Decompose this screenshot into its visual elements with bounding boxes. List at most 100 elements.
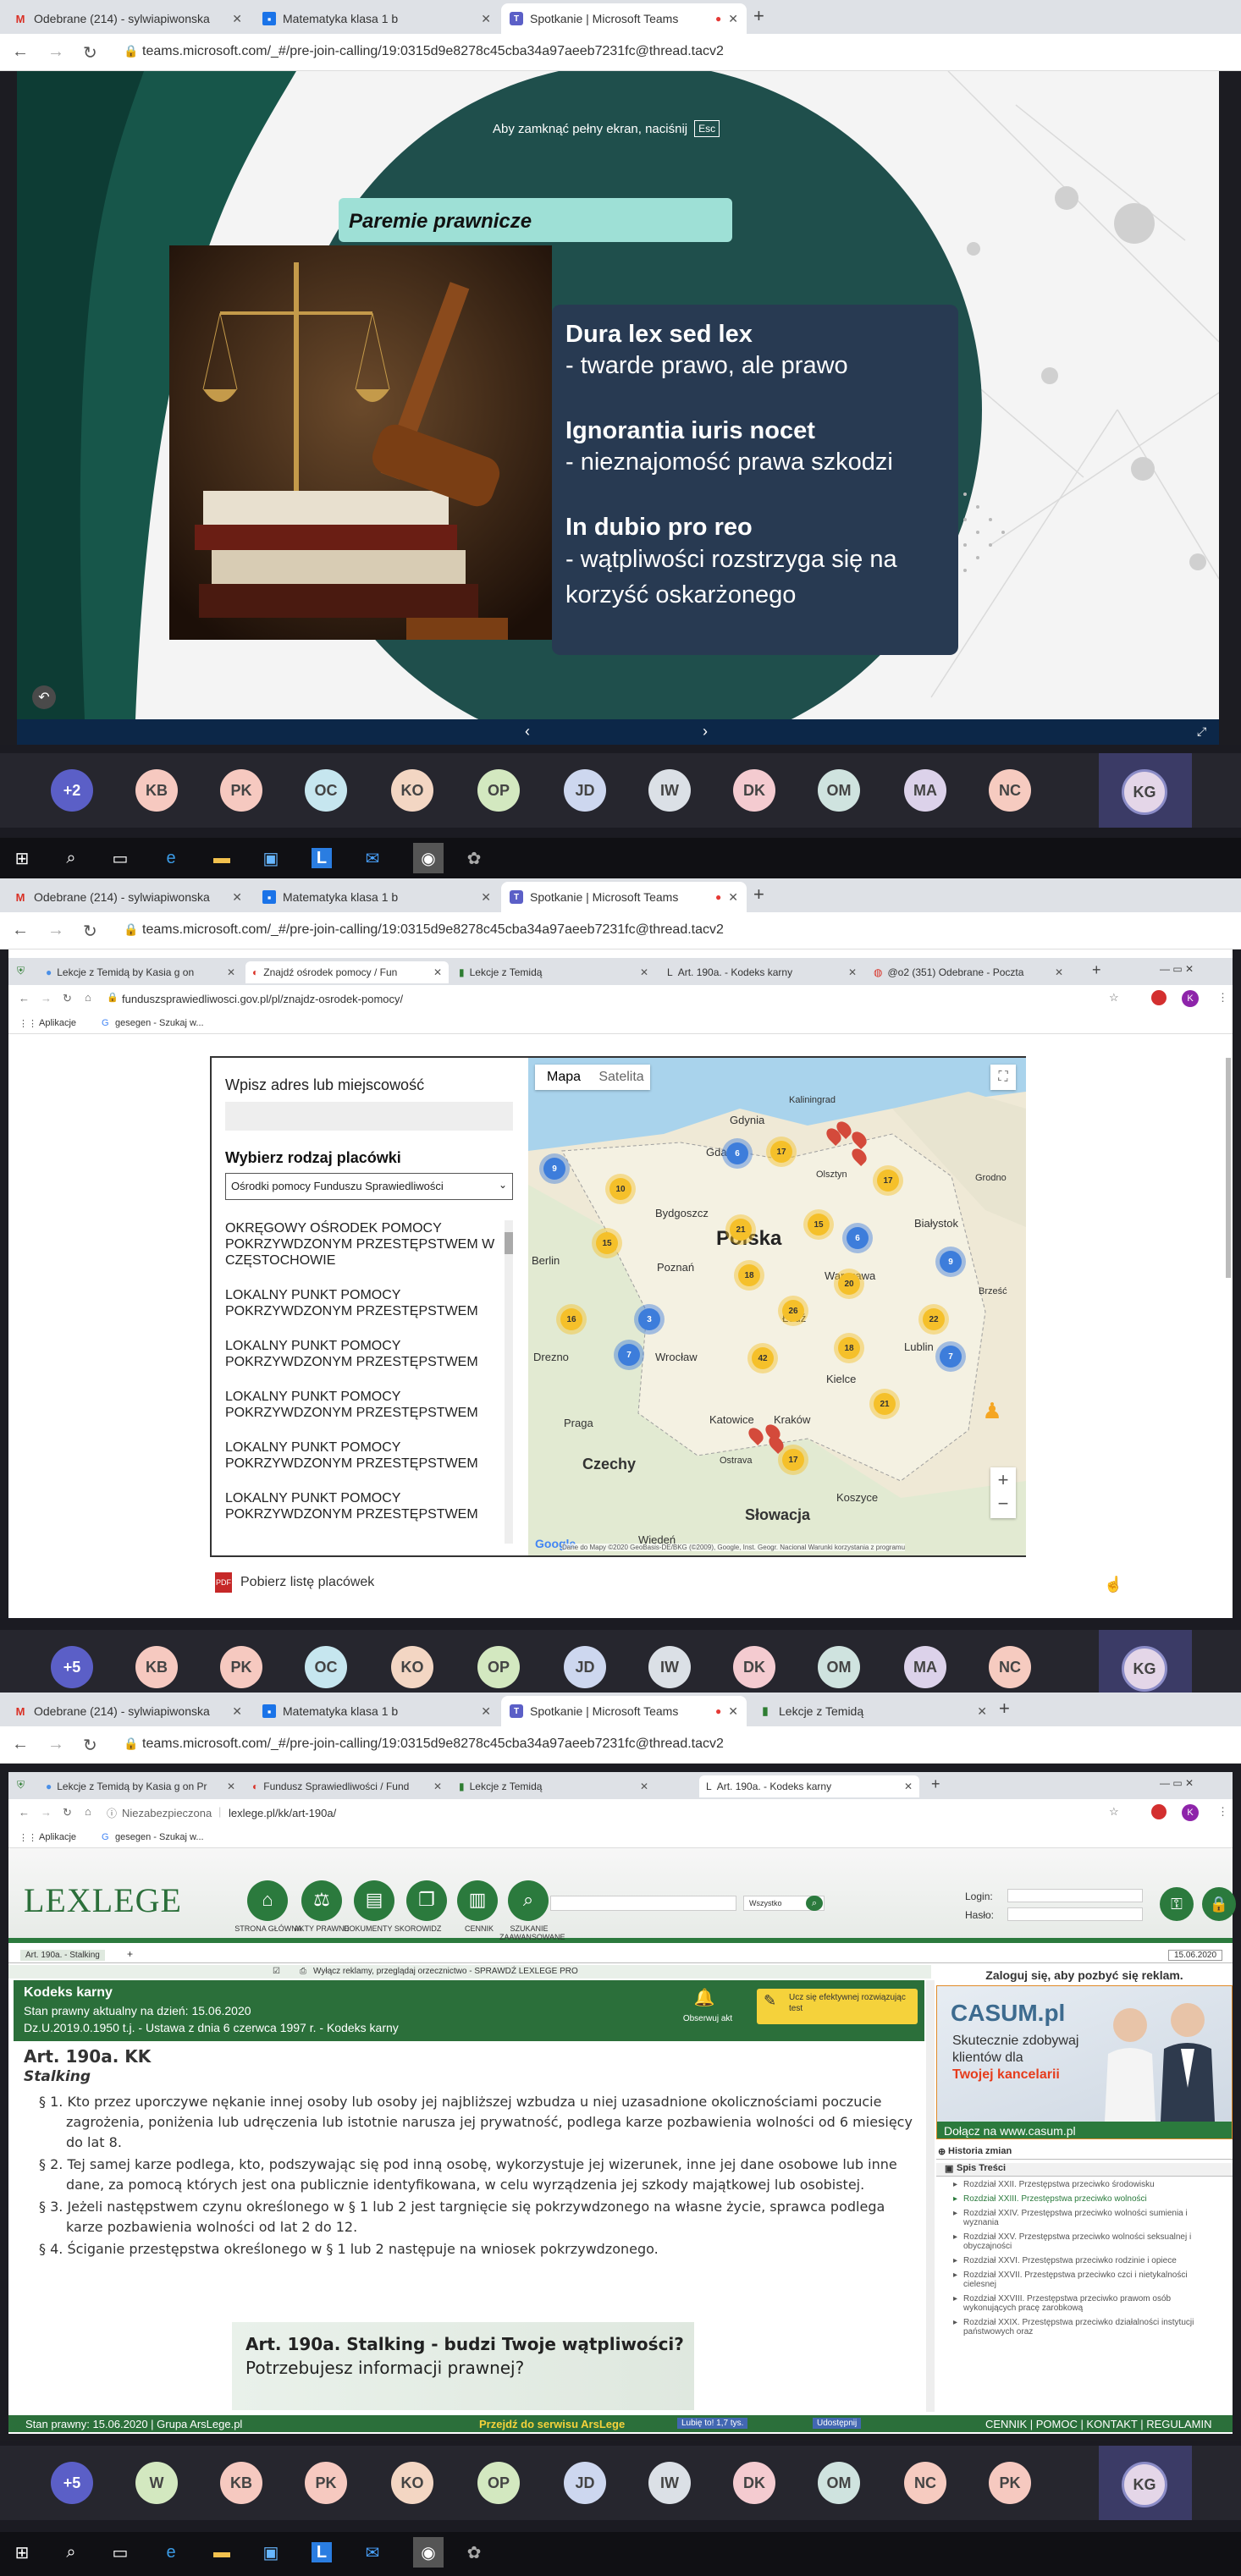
inner-tab[interactable]: L Art. 190a. - Kodeks karny ✕ <box>699 1775 919 1797</box>
toc-item[interactable]: ▸ Rozdział XXII. Przestępstwa przeciwko ś… <box>953 2180 1221 2189</box>
footer-links[interactable]: CENNIK | POMOC | KONTAKT | REGULAMIN <box>985 2418 1212 2430</box>
menu-icon[interactable]: ⋮ <box>1217 991 1228 1005</box>
avatar[interactable]: MA <box>904 769 946 812</box>
avatar[interactable]: W <box>135 2462 178 2504</box>
avatar[interactable]: KB <box>220 2462 262 2504</box>
login-hint[interactable]: Zaloguj się, aby pozbyć się reklam. <box>936 1968 1233 1982</box>
nav-documents[interactable]: DOKUMENTY SKOROWIDZ <box>344 1924 445 1933</box>
address-input[interactable] <box>225 1102 513 1131</box>
tab-classroom[interactable]: ▪ Matematyka klasa 1 b ✕ <box>254 1696 499 1726</box>
inner-tab[interactable]: L Art. 190a. - Kodeks karny ✕ <box>660 961 863 983</box>
close-icon[interactable]: ✕ <box>481 1704 491 1719</box>
lock-icon[interactable]: 🔒 <box>1202 1887 1236 1921</box>
tab-teams[interactable]: T Spotkanie | Microsoft Teams ● ✕ <box>501 882 747 912</box>
satellite-tab[interactable]: Satelita <box>593 1065 650 1090</box>
windows-start-icon[interactable]: ⊞ <box>12 2542 32 2562</box>
close-icon[interactable]: ✕ <box>640 1781 648 1792</box>
edge-icon[interactable]: e <box>161 848 181 868</box>
map[interactable]: Mapa Satelita ⛶ Gdynia Gdańsk Kaliningra… <box>528 1058 1026 1555</box>
inner-tab[interactable]: ◍ @o2 (351) Odebrane - Poczta ✕ <box>867 961 1070 983</box>
close-icon[interactable]: ✕ <box>433 1781 442 1792</box>
zoom-out-icon[interactable]: − <box>990 1493 1016 1518</box>
bell-icon[interactable]: 🔔 <box>679 1987 730 2008</box>
new-tab-button[interactable]: + <box>753 883 764 905</box>
avatar[interactable]: OM <box>818 769 860 812</box>
prev-slide-icon[interactable]: ‹ <box>525 723 530 740</box>
map-cluster[interactable]: 42 <box>752 1347 774 1369</box>
toc-item[interactable]: ▸ Rozdział XXIII. Przestępstwa przeciwko … <box>953 2194 1221 2204</box>
login-input[interactable] <box>1007 1889 1143 1902</box>
tab-gmail[interactable]: M Odebrane (214) - sylwiapiwonska ✕ <box>5 1696 251 1726</box>
new-tab-button[interactable]: + <box>999 1698 1010 1720</box>
key-icon[interactable]: ⚿ <box>1160 1887 1194 1921</box>
pegman-icon[interactable]: ♟ <box>980 1398 1004 1432</box>
undo-icon[interactable]: ↶ <box>32 685 56 709</box>
inner-tab[interactable]: ▮ Lekcje z Temidą ✕ <box>452 1775 655 1797</box>
paint-icon[interactable]: ✿ <box>464 848 484 868</box>
apps-icon[interactable]: ⋮⋮ <box>19 1018 37 1029</box>
avatar[interactable]: PK <box>220 769 262 812</box>
back-icon[interactable]: ← <box>19 992 30 1005</box>
learn-test-button[interactable]: ✎ Ucz się efektywnej rozwiązując test <box>757 1989 918 2024</box>
list-item[interactable]: LOKALNY PUNKT POMOCY POKRZYWDZONYM PRZES… <box>225 1439 505 1472</box>
avatar[interactable]: KO <box>391 1646 433 1688</box>
chrome-icon[interactable]: ◉ <box>413 2537 444 2568</box>
apps-icon[interactable]: ⋮⋮ <box>19 1832 37 1843</box>
menu-icon[interactable]: ⋮ <box>1217 1805 1228 1819</box>
back-icon[interactable]: ← <box>19 1806 30 1819</box>
tab-classroom[interactable]: ▪ Matematyka klasa 1 b ✕ <box>254 882 499 912</box>
close-icon[interactable]: ✕ <box>232 12 242 26</box>
next-slide-icon[interactable]: › <box>703 723 708 740</box>
close-icon[interactable]: ✕ <box>1055 966 1063 978</box>
forward-icon[interactable]: → <box>47 1735 64 1754</box>
avatar-more[interactable]: +5 <box>51 2462 93 2504</box>
document-icon[interactable]: ▤ <box>354 1880 394 1921</box>
close-icon[interactable]: ✕ <box>433 966 442 978</box>
url-field[interactable]: teams.microsoft.com/_#/pre-join-calling/… <box>142 922 724 938</box>
lex-search-input[interactable] <box>550 1896 736 1911</box>
map-tab[interactable]: Mapa <box>535 1065 593 1090</box>
close-icon[interactable]: ✕ <box>481 12 491 26</box>
bookmark-apps[interactable]: Aplikacje <box>39 1832 76 1842</box>
close-icon[interactable]: ✕ <box>728 1704 738 1719</box>
inner-tab[interactable]: ▮ Lekcje z Temidą ✕ <box>452 961 655 983</box>
reload-icon[interactable]: ↻ <box>83 921 97 942</box>
tab-gmail[interactable]: M Odebrane (214) - sylwiapiwonska ✕ <box>5 882 251 912</box>
store-icon[interactable]: ▣ <box>261 848 281 868</box>
map-cluster[interactable]: 7 <box>940 1346 962 1368</box>
opera-icon[interactable] <box>1151 990 1167 1005</box>
print-icon[interactable]: ⎙ <box>300 1967 306 1976</box>
new-tab-button[interactable]: + <box>753 5 764 27</box>
close-icon[interactable]: ✕ <box>232 890 242 905</box>
close-icon[interactable]: ✕ <box>977 1704 987 1719</box>
reload-icon[interactable]: ↻ <box>83 42 97 63</box>
footer-arslege-link[interactable]: Przejdź do serwisu ArsLege <box>479 2418 625 2430</box>
avatar[interactable]: OM <box>818 1646 860 1688</box>
lexlege-logo[interactable]: LEXLEGE <box>24 1880 182 1920</box>
tab-temida[interactable]: ▮ Lekcje z Temidą ✕ <box>750 1696 996 1726</box>
reload-icon[interactable]: ↻ <box>63 992 72 1005</box>
map-cluster[interactable]: 9 <box>543 1158 565 1180</box>
nav-advanced-search[interactable]: SZUKANIE ZAAWANSOWANE <box>499 1924 565 1941</box>
avatar[interactable]: NC <box>989 1646 1031 1688</box>
map-cluster[interactable]: 6 <box>726 1142 748 1164</box>
avatar[interactable]: JD <box>564 1646 606 1688</box>
tab-teams[interactable]: T Spotkanie | Microsoft Teams ● ✕ <box>501 3 747 34</box>
map-cluster[interactable]: 22 <box>923 1308 945 1330</box>
avatar[interactable]: DK <box>733 1646 775 1688</box>
inner-tab[interactable]: ◐ Znajdź ośrodek pomocy / Fun ✕ <box>245 961 449 983</box>
profile-icon[interactable]: K <box>1182 1804 1199 1821</box>
observe-button[interactable]: Obserwuj akt <box>665 2014 750 2023</box>
facebook-like-button[interactable]: Lubię to! 1,7 tys. <box>677 2418 748 2429</box>
nav-pricing[interactable]: CENNIK <box>455 1924 503 1933</box>
mail-icon[interactable]: ✉ <box>362 848 383 868</box>
search-icon[interactable]: ⌕ <box>508 1880 549 1921</box>
window-controls[interactable]: — ▭ ✕ <box>1160 1777 1194 1789</box>
map-cluster[interactable]: 21 <box>730 1219 752 1241</box>
history-header[interactable]: ⊕ Historia zmian <box>936 2146 1233 2160</box>
url-field[interactable]: teams.microsoft.com/_#/pre-join-calling/… <box>142 1737 724 1752</box>
reload-icon[interactable]: ↻ <box>83 1735 97 1756</box>
avatar[interactable]: OP <box>477 769 520 812</box>
download-list-link[interactable]: PDF Pobierz listę placówek <box>215 1572 374 1593</box>
avatar[interactable]: OM <box>818 2462 860 2504</box>
